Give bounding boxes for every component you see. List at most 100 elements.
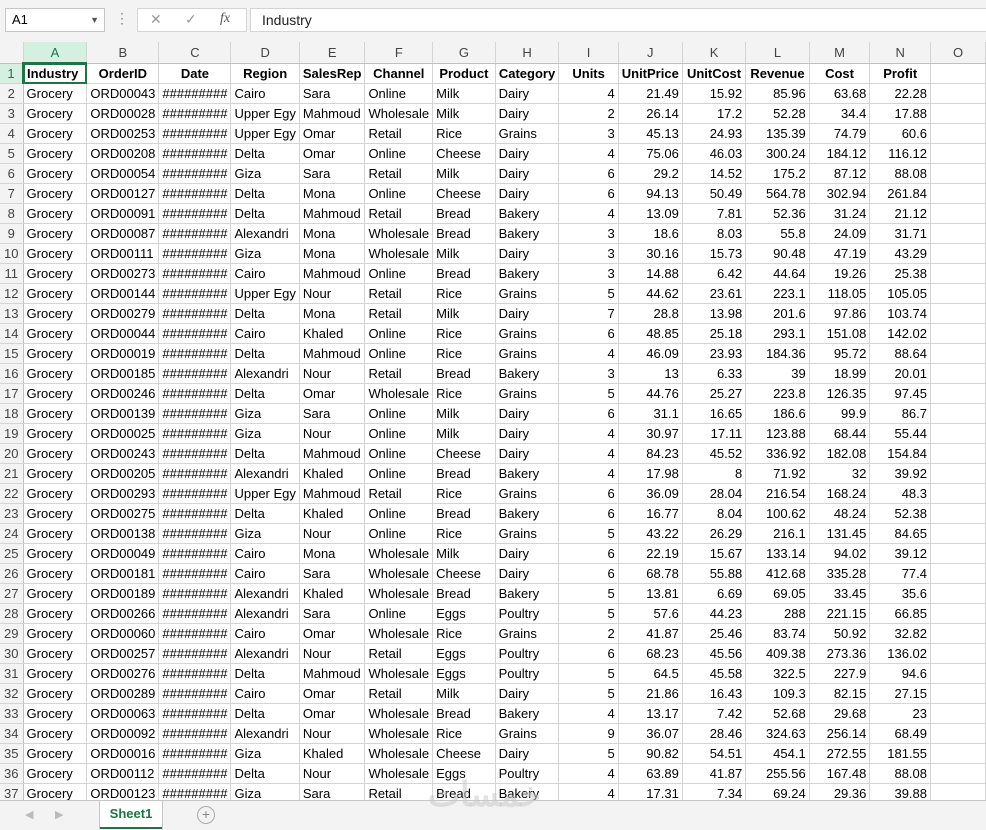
cell[interactable]: Online [364,503,434,524]
cell[interactable]: Grocery [23,683,88,704]
cell[interactable]: 45.52 [682,443,747,464]
cell[interactable]: Mona [299,543,366,564]
cell[interactable]: 6.42 [682,263,747,284]
cell[interactable]: Delta [230,383,300,404]
cell[interactable]: Online [364,263,434,284]
cell[interactable]: Wholesale [364,663,434,684]
cell[interactable]: 83.74 [745,623,810,644]
row-header[interactable]: 6 [0,163,24,184]
cell[interactable]: 23 [869,703,932,724]
empty-cell[interactable] [930,223,986,244]
cell[interactable]: 131.45 [809,523,871,544]
cell[interactable]: Retail [364,203,434,224]
formula-bar-grip-icon[interactable]: ⋮ [115,10,129,27]
cell[interactable]: 4 [558,203,619,224]
cell[interactable]: 3 [558,363,619,384]
cell[interactable]: ORD00043 [86,83,160,104]
cell[interactable]: 4 [558,83,619,104]
cell[interactable]: Retail [364,643,434,664]
row-header[interactable]: 13 [0,303,24,324]
cell[interactable]: ORD00144 [86,283,160,304]
cell[interactable]: ######### [158,223,232,244]
next-sheet-icon[interactable]: ▶ [55,808,63,821]
cell[interactable]: 77.4 [869,563,932,584]
cell[interactable]: 151.08 [809,323,871,344]
name-box-dropdown-icon[interactable]: ▼ [90,9,99,31]
empty-cell[interactable] [930,243,986,264]
cell[interactable]: ORD00054 [86,163,160,184]
cell[interactable]: 6 [558,323,619,344]
cell[interactable]: Grocery [23,543,88,564]
empty-cell[interactable] [930,183,986,204]
cell[interactable]: 6 [558,563,619,584]
cell[interactable]: 29.68 [809,703,871,724]
cell[interactable]: Bread [432,503,496,524]
cell[interactable]: 4 [558,343,619,364]
cell[interactable]: ORD00127 [86,183,160,204]
empty-cell[interactable] [930,743,986,764]
row-header[interactable]: 35 [0,743,24,764]
cell[interactable]: 18.6 [618,223,683,244]
cell[interactable]: ORD00112 [86,763,160,784]
cell[interactable]: Mahmoud [299,103,366,124]
cell[interactable]: Retail [364,483,434,504]
cell[interactable]: 52.36 [745,203,810,224]
cell[interactable]: Nour [299,723,366,744]
cell[interactable]: 27.15 [869,683,932,704]
cell[interactable]: 90.48 [745,243,810,264]
cell[interactable]: 46.09 [618,343,683,364]
cell[interactable]: 68.44 [809,423,871,444]
column-header[interactable]: A [23,42,88,64]
cell[interactable]: 19.26 [809,263,871,284]
cell[interactable]: 94.13 [618,183,683,204]
cell[interactable]: Grains [495,323,560,344]
cell[interactable]: Omar [299,683,366,704]
cell[interactable]: 54.51 [682,743,747,764]
cell[interactable]: 55.44 [869,423,932,444]
cell[interactable]: ######### [158,523,232,544]
cell[interactable]: 17.11 [682,423,747,444]
cell[interactable]: Online [364,523,434,544]
column-header[interactable]: I [558,42,619,64]
cell[interactable]: Wholesale [364,383,434,404]
header-cell[interactable]: Profit [869,63,932,84]
cell[interactable]: 88.08 [869,163,932,184]
cell[interactable]: 55.88 [682,563,747,584]
cell[interactable]: Alexandri [230,223,300,244]
cell[interactable]: Khaled [299,463,366,484]
cell[interactable]: 302.94 [809,183,871,204]
cell[interactable]: 4 [558,423,619,444]
cell[interactable]: 36.09 [618,483,683,504]
cell[interactable]: Retail [364,303,434,324]
cell[interactable]: ORD00087 [86,223,160,244]
cell[interactable]: ######### [158,623,232,644]
cell[interactable]: Alexandri [230,643,300,664]
cell[interactable]: 167.48 [809,763,871,784]
cell[interactable]: 5 [558,583,619,604]
cell[interactable]: Khaled [299,503,366,524]
column-header[interactable]: B [86,42,160,64]
row-header[interactable]: 30 [0,643,24,664]
cell[interactable]: ######### [158,603,232,624]
cell[interactable]: Milk [432,243,496,264]
cell[interactable]: 26.29 [682,523,747,544]
cell[interactable]: 50.49 [682,183,747,204]
insert-function-icon[interactable]: fx [220,11,230,27]
empty-cell[interactable] [930,203,986,224]
row-header[interactable]: 33 [0,703,24,724]
cell[interactable]: 8 [682,463,747,484]
row-header[interactable]: 21 [0,463,24,484]
cell[interactable]: ORD00276 [86,663,160,684]
empty-cell[interactable] [930,463,986,484]
row-header[interactable]: 29 [0,623,24,644]
cell[interactable]: Online [364,183,434,204]
cell[interactable]: Bread [432,463,496,484]
column-header[interactable]: M [809,42,871,64]
cell[interactable]: Cairo [230,83,300,104]
cell[interactable]: 3 [558,263,619,284]
row-header[interactable]: 23 [0,503,24,524]
cell[interactable]: 7.81 [682,203,747,224]
header-cell[interactable]: Units [558,63,619,84]
cell[interactable]: 28.04 [682,483,747,504]
cell[interactable]: 2 [558,103,619,124]
